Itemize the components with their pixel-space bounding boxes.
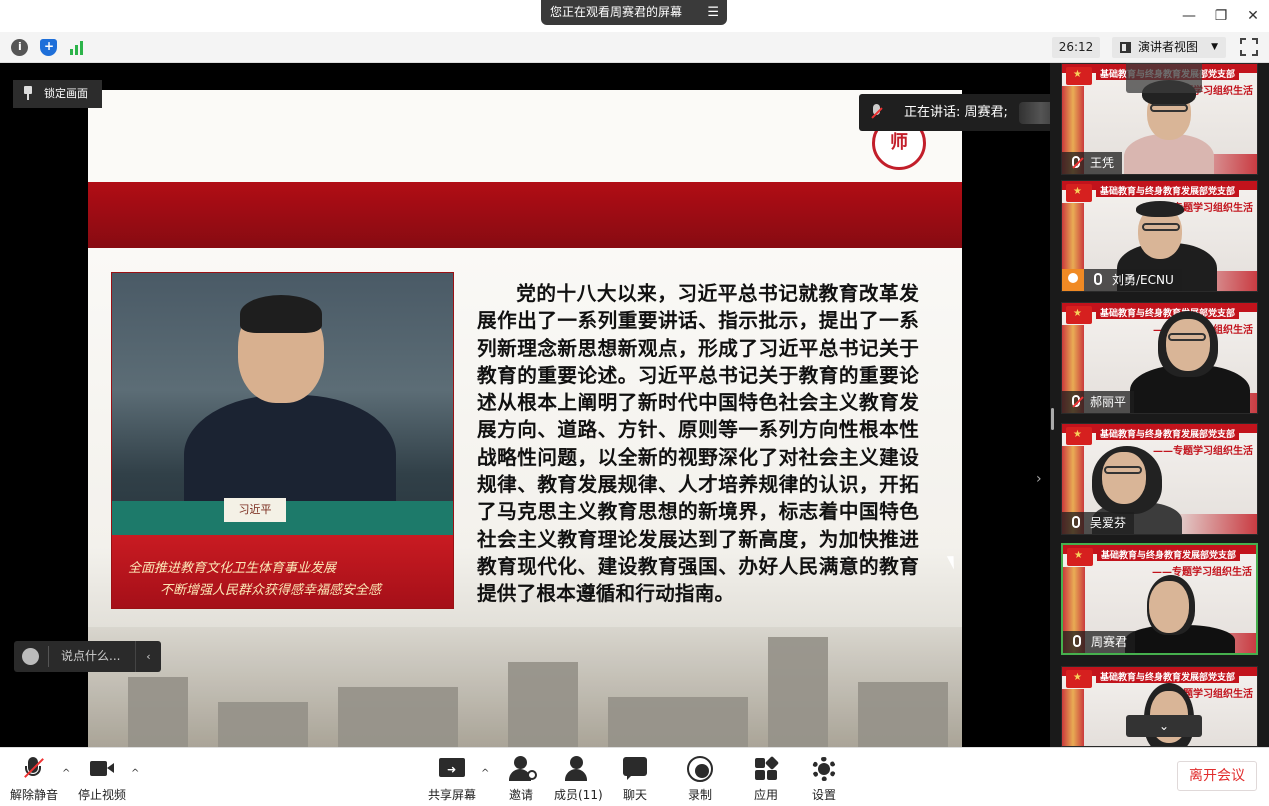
- city-skyline: [88, 627, 962, 747]
- minimize-button[interactable]: —: [1179, 6, 1199, 26]
- speaking-label: 正在讲话: 周赛君;: [904, 105, 1008, 120]
- meeting-window: 您正在观看周赛君的屏幕 ☰ — ❐ ✕ i + 26:12 演讲者视图 ▼ 师: [0, 0, 1269, 806]
- chat-button[interactable]: 聊天: [620, 756, 650, 803]
- mic-icon: [1073, 635, 1081, 647]
- meeting-timer: 26:12: [1052, 37, 1100, 58]
- chat-icon: [621, 756, 649, 782]
- slide-paragraph: 党的十八大以来，习近平总书记就教育改革发展作出了一系列重要讲话、指示批示，提出了…: [477, 282, 919, 606]
- participant-name: 郝丽平: [1062, 391, 1135, 413]
- close-button[interactable]: ✕: [1243, 6, 1263, 26]
- participant-name: 王凭: [1062, 152, 1123, 174]
- mic-icon: [1072, 516, 1080, 528]
- video-tile[interactable]: ★ 基础教育与终身教育发展部党支部 ——专题学习组织生活 刘勇/ECNU: [1061, 180, 1258, 292]
- apps-icon: [752, 755, 780, 782]
- signal-icon[interactable]: [69, 39, 86, 56]
- slide-header: 师: [88, 90, 962, 182]
- info-icon[interactable]: i: [11, 39, 28, 56]
- fullscreen-icon[interactable]: [1240, 38, 1258, 56]
- share-screen-icon: ➜: [438, 756, 466, 782]
- emoji-icon[interactable]: [22, 648, 39, 665]
- gear-icon: [810, 756, 838, 782]
- shield-icon[interactable]: +: [40, 39, 57, 56]
- chevron-down-icon: ▼: [1211, 42, 1218, 52]
- title-bar: 您正在观看周赛君的屏幕 ☰ — ❐ ✕: [0, 0, 1269, 32]
- video-tile-active[interactable]: ★ 基础教育与终身教育发展部党支部 ——专题学习组织生活 周赛君: [1061, 543, 1258, 655]
- camera-icon: [88, 756, 116, 782]
- host-icon: [1062, 269, 1084, 291]
- video-tile[interactable]: ★ 基础教育与终身教育发展部党支部 ——专题学习组织生活 吴爱芬: [1061, 423, 1258, 535]
- stop-video-button[interactable]: 停止视频: [78, 756, 126, 803]
- members-button[interactable]: 成员(11): [554, 756, 603, 803]
- participant-name: 周赛君: [1063, 631, 1136, 653]
- add-user-icon: [507, 756, 537, 782]
- participant-name: 刘勇/ECNU: [1084, 269, 1182, 291]
- meeting-controls: 解除静音 ^ 停止视频 ^ ➜ 共享屏幕 ^ 邀请 成员(11) 聊天 录制 应…: [0, 747, 1269, 806]
- screen-share-notice[interactable]: 您正在观看周赛君的屏幕 ☰: [541, 0, 727, 25]
- photo-caption: 全面推进教育文化卫生体育事业发展 不断增强人民群众获得感幸福感安全感: [112, 535, 453, 608]
- nameplate: 习近平: [224, 498, 286, 522]
- strip-scrollbar[interactable]: [1051, 408, 1054, 430]
- mic-muted-icon: [1072, 395, 1080, 407]
- invite-button[interactable]: 邀请: [506, 756, 537, 803]
- share-screen-button[interactable]: ➜ 共享屏幕: [427, 756, 477, 803]
- share-menu-icon[interactable]: ☰: [707, 0, 719, 25]
- record-button[interactable]: 录制: [685, 756, 715, 803]
- collapse-strip-icon[interactable]: ›: [1036, 471, 1042, 487]
- participant-strip: ★ 基础教育与终身教育发展部党支部 ——专题学习组织生活 王凭 ★ 基础教育与终…: [1050, 63, 1269, 747]
- video-options-caret[interactable]: ^: [131, 768, 139, 779]
- pin-icon: [23, 86, 33, 100]
- settings-button[interactable]: 设置: [809, 756, 839, 803]
- speaker-view-icon: [1120, 42, 1131, 53]
- video-tile[interactable]: ★ 基础教育与终身教育发展部党支部 ——专题学习组织生活 郝丽平: [1061, 302, 1258, 414]
- apps-button[interactable]: 应用: [751, 755, 781, 803]
- restore-button[interactable]: ❐: [1211, 6, 1231, 26]
- chevron-down-icon[interactable]: ⌄: [1126, 715, 1202, 737]
- leave-meeting-button[interactable]: 离开会议: [1177, 761, 1257, 791]
- mic-icon: [1094, 273, 1102, 285]
- presentation-slide: 师 习近平 全面推进教育文化卫生体育事业发展 不断增强人民群众获得感幸福感安全感…: [88, 90, 962, 747]
- chevron-left-icon[interactable]: ‹: [135, 641, 161, 672]
- members-icon: [563, 756, 591, 782]
- share-notice-text: 您正在观看周赛君的屏幕: [550, 5, 683, 19]
- slide-red-banner: [88, 182, 962, 248]
- quick-chat-bar[interactable]: 说点什么... ‹: [14, 641, 161, 672]
- share-options-caret[interactable]: ^: [481, 768, 489, 779]
- record-icon: [686, 756, 714, 782]
- participant-name: 吴爱芬: [1062, 512, 1135, 534]
- mic-muted-icon: [19, 756, 47, 782]
- audio-options-caret[interactable]: ^: [62, 768, 70, 779]
- view-mode-dropdown[interactable]: 演讲者视图 ▼: [1112, 37, 1226, 58]
- strip-scroll-up[interactable]: [1126, 63, 1202, 93]
- view-mode-label: 演讲者视图: [1138, 40, 1199, 54]
- caption-line-1: 全面推进教育文化卫生体育事业发展: [128, 561, 337, 576]
- caption-line-2: 不断增强人民群众获得感幸福感安全感: [160, 583, 382, 598]
- lock-view-label: 锁定画面: [44, 87, 88, 100]
- unmute-button[interactable]: 解除静音: [10, 756, 58, 803]
- slide-photo: 习近平 全面推进教育文化卫生体育事业发展 不断增强人民群众获得感幸福感安全感: [111, 272, 454, 609]
- speaking-mic-icon: [871, 104, 883, 121]
- mic-muted-icon: [1072, 156, 1080, 168]
- lock-view-button[interactable]: 锁定画面: [13, 80, 102, 108]
- chat-input[interactable]: 说点什么...: [61, 649, 120, 663]
